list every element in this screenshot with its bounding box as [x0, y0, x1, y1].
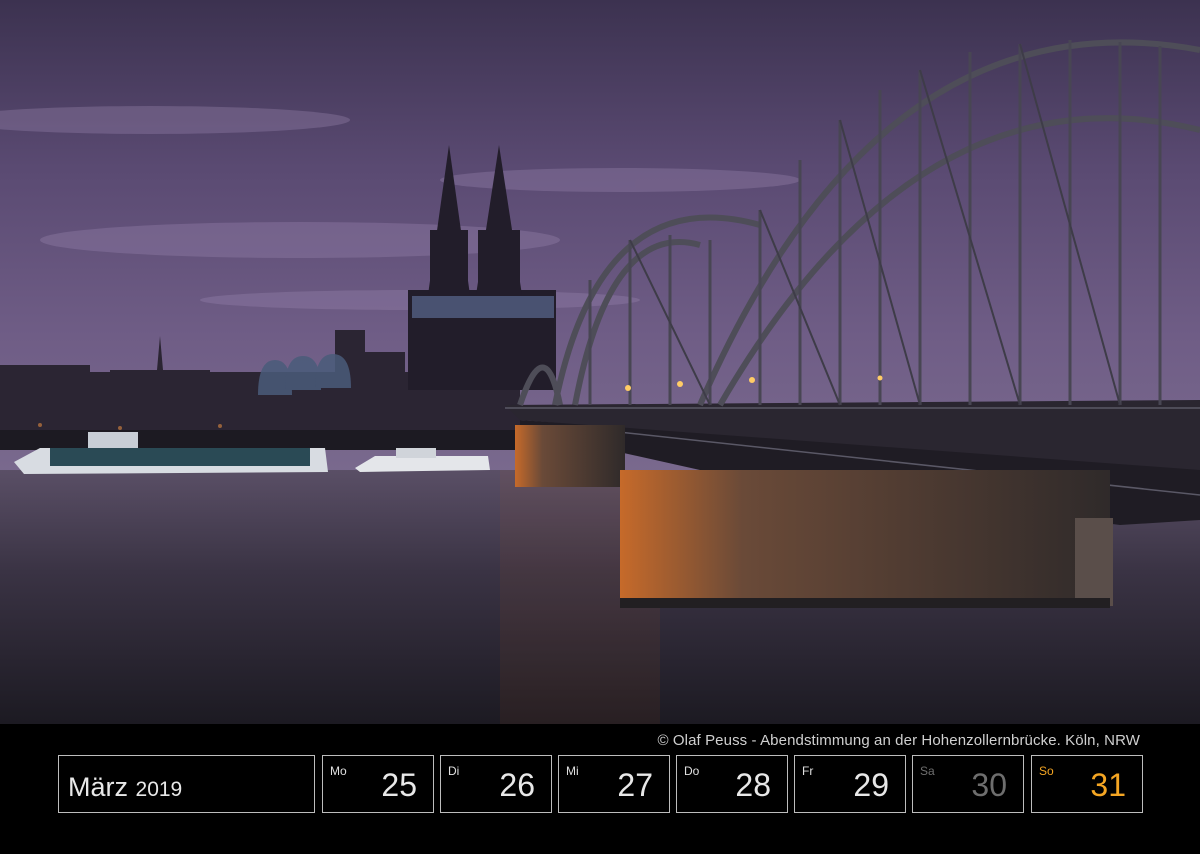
weekday-label: Sa: [920, 764, 935, 778]
day-cell-do: Do 28: [676, 755, 788, 813]
year-label: 2019: [135, 778, 183, 801]
day-cell-sa: Sa 30: [912, 755, 1024, 813]
day-number: 31: [1090, 767, 1126, 803]
weekday-label: Mi: [566, 764, 579, 778]
day-number: 27: [617, 767, 653, 803]
day-number: 25: [381, 767, 417, 803]
calendar-bar: © Olaf Peuss - Abendstimmung an der Hohe…: [0, 724, 1200, 854]
weekday-label: Mo: [330, 764, 347, 778]
day-number: 29: [853, 767, 889, 803]
day-number: 26: [499, 767, 535, 803]
day-cell-mi: Mi 27: [558, 755, 670, 813]
month-box: März 2019: [58, 755, 315, 813]
day-cell-di: Di 26: [440, 755, 552, 813]
day-cell-mo: Mo 25: [322, 755, 434, 813]
photo-caption: © Olaf Peuss - Abendstimmung an der Hohe…: [657, 732, 1140, 749]
month-label: März: [68, 772, 128, 802]
weekday-label: Do: [684, 764, 700, 778]
weekday-label: Di: [448, 764, 460, 778]
day-cell-so: So 31: [1031, 755, 1143, 813]
photo-cologne-cathedral-bridge: [0, 0, 1200, 724]
day-number: 30: [971, 767, 1007, 803]
weekday-label: Fr: [802, 764, 814, 778]
weekday-label: So: [1039, 764, 1054, 778]
day-number: 28: [735, 767, 771, 803]
day-cell-fr: Fr 29: [794, 755, 906, 813]
